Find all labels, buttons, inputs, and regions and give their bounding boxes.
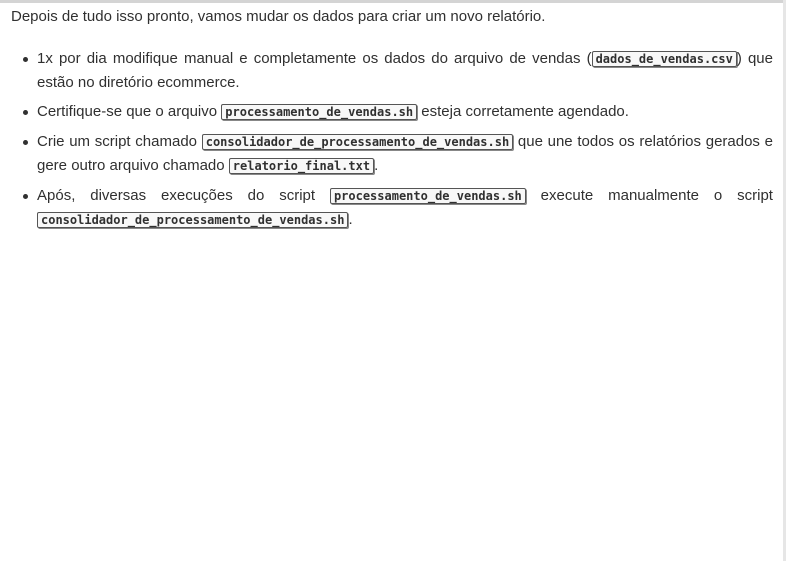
item-text: .: [348, 211, 353, 228]
item-text: .: [374, 157, 379, 174]
inline-code-consolidador-script: consolidador_de_processamento_de_vendas.…: [37, 212, 349, 228]
task-list: 1x por dia modifique manual e completame…: [11, 47, 773, 232]
item-text: Certifique-se que o arquivo: [37, 103, 222, 120]
inline-code-dados-de-vendas: dados_de_vendas.csv: [591, 51, 737, 67]
list-item: Crie um script chamado consolidador_de_p…: [11, 130, 773, 178]
bullet-icon: [23, 110, 28, 115]
bullet-icon: [23, 194, 28, 199]
bullet-icon: [23, 140, 28, 145]
item-text: Crie um script chamado: [37, 133, 202, 150]
top-border: [0, 0, 786, 3]
item-text: esteja corretamente agendado.: [417, 103, 629, 120]
list-item: Após, diversas execuções do script proce…: [11, 184, 773, 232]
inline-code-relatorio-final: relatorio_final.txt: [228, 158, 375, 174]
document-body: Depois de tudo isso pronto, vamos mudar …: [11, 6, 773, 238]
item-text: 1x por dia modifique manual e completame…: [37, 50, 592, 67]
list-item: Certifique-se que o arquivo processament…: [11, 100, 773, 124]
intro-paragraph: Depois de tudo isso pronto, vamos mudar …: [11, 8, 546, 25]
inline-code-processamento-script: processamento_de_vendas.sh: [221, 104, 418, 120]
bullet-icon: [23, 57, 28, 62]
item-text: execute manualmente o script: [525, 187, 773, 204]
item-text: Após, diversas execuções do script: [37, 187, 330, 204]
list-item: 1x por dia modifique manual e completame…: [11, 47, 773, 94]
inline-code-consolidador-script: consolidador_de_processamento_de_vendas.…: [201, 134, 514, 150]
inline-code-processamento-script: processamento_de_vendas.sh: [329, 188, 526, 204]
